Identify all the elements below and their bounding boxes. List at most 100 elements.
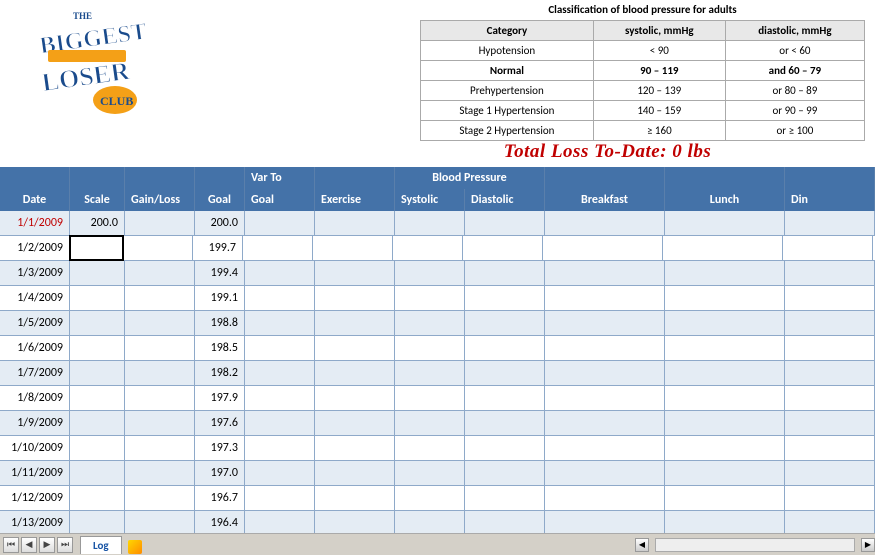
nav-prev-button[interactable]: ◀	[21, 537, 37, 553]
grid-cell[interactable]	[395, 436, 465, 460]
grid-cell[interactable]	[315, 411, 395, 435]
grid-cell[interactable]	[783, 236, 873, 260]
grid-cell[interactable]	[465, 261, 545, 285]
grid-cell[interactable]	[315, 436, 395, 460]
grid-cell[interactable]	[315, 261, 395, 285]
grid-cell[interactable]	[315, 511, 395, 535]
table-row[interactable]: 1/2/2009 199.7	[0, 236, 875, 261]
grid-cell[interactable]	[245, 486, 315, 510]
grid-cell[interactable]	[785, 411, 875, 435]
grid-cell[interactable]	[393, 236, 463, 260]
new-sheet-icon[interactable]	[128, 540, 142, 554]
grid-cell[interactable]	[665, 311, 785, 335]
grid-cell[interactable]	[70, 336, 125, 360]
grid-cell[interactable]	[245, 511, 315, 535]
grid-cell[interactable]	[70, 261, 125, 285]
grid-cell[interactable]: 1/4/2009	[0, 286, 70, 310]
h-gain-loss[interactable]: Gain/Loss	[125, 189, 195, 211]
grid-cell[interactable]	[545, 211, 665, 235]
grid-cell[interactable]	[545, 461, 665, 485]
h-dinner[interactable]: Din	[785, 189, 875, 211]
table-row[interactable]: 1/1/2009200.0200.0	[0, 211, 875, 236]
grid-cell[interactable]: 1/5/2009	[0, 311, 70, 335]
h-exercise[interactable]: Exercise	[315, 189, 395, 211]
grid-cell[interactable]	[543, 236, 663, 260]
table-row[interactable]: 1/12/2009196.7	[0, 486, 875, 511]
grid-cell[interactable]: 198.8	[195, 311, 245, 335]
grid-cell[interactable]: 1/8/2009	[0, 386, 70, 410]
grid-cell[interactable]	[545, 361, 665, 385]
grid-cell[interactable]	[395, 486, 465, 510]
grid-cell[interactable]	[665, 411, 785, 435]
grid-cell[interactable]: 200.0	[195, 211, 245, 235]
grid-cell[interactable]	[70, 486, 125, 510]
grid-cell[interactable]	[663, 236, 783, 260]
grid-cell[interactable]	[785, 386, 875, 410]
grid-cell[interactable]: 199.7	[193, 236, 243, 260]
grid-cell[interactable]: 197.3	[195, 436, 245, 460]
grid-cell[interactable]	[315, 211, 395, 235]
grid-cell[interactable]	[315, 461, 395, 485]
table-row[interactable]: 1/10/2009197.3	[0, 436, 875, 461]
grid-cell[interactable]: 197.0	[195, 461, 245, 485]
grid-cell[interactable]	[243, 236, 313, 260]
nav-next-button[interactable]: ▶	[39, 537, 55, 553]
grid-cell[interactable]	[463, 236, 543, 260]
grid-cell[interactable]: 198.2	[195, 361, 245, 385]
grid-cell[interactable]	[465, 386, 545, 410]
grid-cell[interactable]	[465, 411, 545, 435]
grid-cell[interactable]	[245, 286, 315, 310]
grid-cell[interactable]	[125, 486, 195, 510]
hscroll-right-button[interactable]: ▶	[861, 538, 875, 552]
grid-cell[interactable]	[70, 511, 125, 535]
grid-cell[interactable]: 1/3/2009	[0, 261, 70, 285]
grid-cell[interactable]	[395, 511, 465, 535]
grid-cell[interactable]: 1/6/2009	[0, 336, 70, 360]
grid-cell[interactable]	[465, 436, 545, 460]
grid-cell[interactable]	[785, 361, 875, 385]
grid-cell[interactable]	[395, 261, 465, 285]
grid-cell[interactable]	[665, 436, 785, 460]
grid-cell[interactable]	[545, 286, 665, 310]
table-row[interactable]: 1/4/2009199.1	[0, 286, 875, 311]
grid-cell[interactable]	[245, 436, 315, 460]
grid-cell[interactable]	[70, 436, 125, 460]
grid-cell[interactable]	[785, 461, 875, 485]
grid-cell[interactable]	[125, 286, 195, 310]
grid-cell[interactable]	[785, 211, 875, 235]
grid-cell[interactable]	[785, 336, 875, 360]
h-scale[interactable]: Scale	[70, 189, 125, 211]
grid-cell[interactable]	[245, 311, 315, 335]
grid-cell[interactable]	[125, 211, 195, 235]
grid-cell[interactable]: 1/7/2009	[0, 361, 70, 385]
grid-cell[interactable]	[465, 511, 545, 535]
grid-cell[interactable]	[465, 461, 545, 485]
grid-cell[interactable]	[465, 361, 545, 385]
hscroll-track[interactable]	[655, 538, 855, 552]
grid-cell[interactable]	[665, 511, 785, 535]
grid-cell[interactable]: 1/1/2009	[0, 211, 70, 235]
grid-cell[interactable]	[465, 286, 545, 310]
grid-cell[interactable]	[665, 261, 785, 285]
grid-cell[interactable]: 1/2/2009	[0, 236, 70, 260]
sheet-tab-log[interactable]: Log	[80, 536, 122, 554]
hscroll-left-button[interactable]: ◀	[635, 538, 649, 552]
grid-cell[interactable]	[395, 311, 465, 335]
grid-cell[interactable]: 199.4	[195, 261, 245, 285]
grid-cell[interactable]	[315, 336, 395, 360]
grid-cell[interactable]	[245, 386, 315, 410]
grid-cell[interactable]	[545, 261, 665, 285]
grid-cell[interactable]	[315, 311, 395, 335]
grid-cell[interactable]: 196.7	[195, 486, 245, 510]
grid-cell[interactable]: 196.4	[195, 511, 245, 535]
grid-cell[interactable]	[545, 311, 665, 335]
grid-cell[interactable]	[785, 436, 875, 460]
grid-cell[interactable]: 1/11/2009	[0, 461, 70, 485]
grid-cell[interactable]	[245, 211, 315, 235]
grid-cell[interactable]	[545, 486, 665, 510]
grid-cell[interactable]: 197.6	[195, 411, 245, 435]
grid-cell[interactable]	[125, 311, 195, 335]
grid-cell[interactable]	[245, 336, 315, 360]
h-diastolic[interactable]: Diastolic	[465, 189, 545, 211]
grid-cell[interactable]	[545, 511, 665, 535]
